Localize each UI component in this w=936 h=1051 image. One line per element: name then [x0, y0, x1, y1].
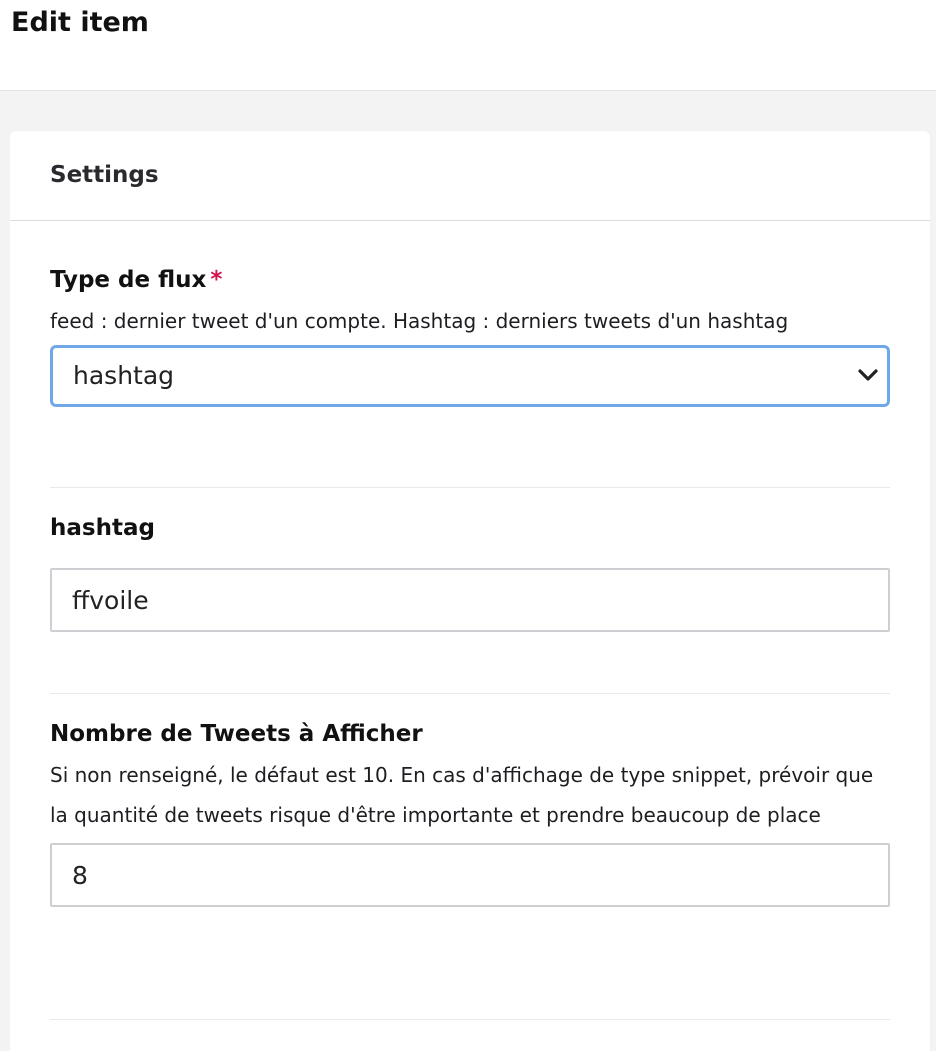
field-divider	[50, 1019, 890, 1020]
hashtag-label: hashtag	[50, 515, 155, 541]
feed-type-label-text: Type de flux	[50, 267, 207, 293]
card-title: Settings	[50, 162, 159, 188]
page-header: Edit item	[0, 0, 936, 91]
tweet-count-description: Si non renseigné, le défaut est 10. En c…	[50, 763, 874, 827]
required-marker: *	[210, 267, 223, 293]
hashtag-input[interactable]	[50, 568, 890, 632]
tweet-count-input[interactable]	[50, 843, 890, 907]
page-title: Edit item	[11, 7, 149, 38]
chevron-down-icon	[858, 369, 878, 381]
field-divider	[50, 693, 890, 694]
feed-type-select[interactable]: hashtag	[50, 345, 890, 407]
card-header: Settings	[10, 131, 930, 221]
settings-card: Settings Type de flux * feed : dernier tw…	[10, 131, 930, 1051]
tweet-count-label: Nombre de Tweets à Afficher	[50, 721, 423, 747]
tweet-count-field: Nombre de Tweets à Afficher Si non rense…	[50, 719, 890, 907]
feed-type-field: Type de flux * feed : dernier tweet d'un …	[50, 265, 890, 407]
field-divider	[50, 487, 890, 488]
feed-type-label: Type de flux *	[50, 265, 890, 295]
hashtag-field: hashtag	[50, 513, 890, 632]
feed-type-description: feed : dernier tweet d'un compte. Hashta…	[50, 309, 789, 333]
feed-type-selected-value: hashtag	[73, 361, 175, 390]
